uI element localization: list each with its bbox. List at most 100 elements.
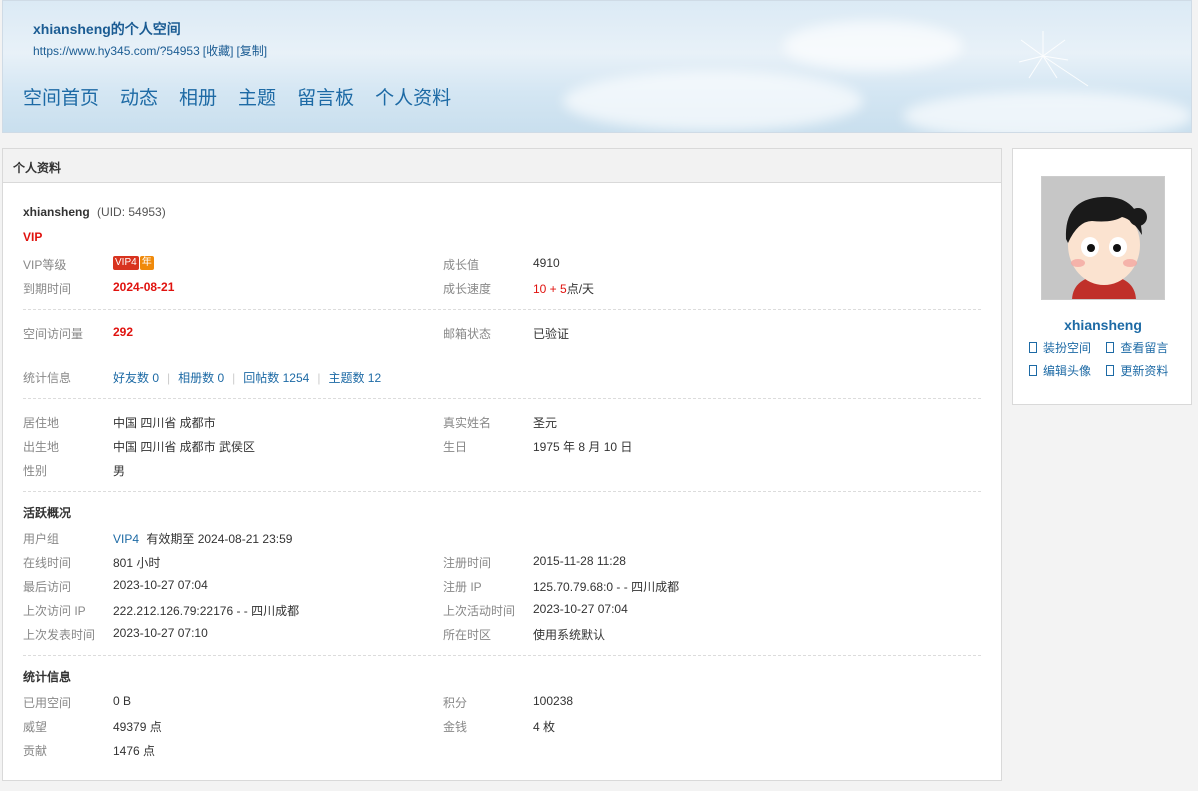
space-nav: 空间首页 动态 相册 主题 留言板 个人资料: [23, 83, 472, 110]
profile-panel: 个人资料 xhiansheng (UID: 54953) VIP VIP等级 V…: [2, 148, 1002, 781]
space-url-line: https://www.hy345.com/?54953 [收藏] [复制]: [33, 42, 270, 59]
growth-value: 4910: [533, 256, 560, 270]
profile-username: xhiansheng: [23, 205, 90, 219]
money-label: 金钱: [443, 720, 468, 734]
header-cloud-decoration: [783, 21, 963, 71]
nav-home[interactable]: 空间首页: [23, 83, 99, 110]
birthplace-label: 出生地: [23, 440, 60, 454]
sidebar-actions: 装扮空间 查看留言 编辑头像 更新资料: [1029, 339, 1189, 385]
avatar-cartoon-icon: [1042, 177, 1164, 299]
birthday-value: 1975 年 8 月 10 日: [533, 440, 633, 454]
space-url[interactable]: https://www.hy345.com/?54953: [33, 44, 200, 58]
divider: [23, 309, 981, 310]
nav-threads[interactable]: 主题: [238, 83, 276, 110]
space-header: xhiansheng的个人空间 https://www.hy345.com/?5…: [2, 0, 1192, 133]
residence-label: 居住地: [23, 416, 60, 430]
contribution-label: 贡献: [23, 744, 48, 758]
profile-sidebar: xhiansheng 装扮空间 查看留言 编辑头像 更新资料: [1012, 148, 1192, 405]
last-post-label: 上次发表时间: [23, 628, 96, 642]
friends-count-link[interactable]: 好友数 0: [113, 371, 159, 385]
threads-count-link[interactable]: 主题数 12: [328, 371, 381, 385]
replies-count-link[interactable]: 回帖数 1254: [243, 371, 309, 385]
growth-label: 成长值: [443, 258, 480, 272]
stat-separator: |: [167, 371, 171, 385]
statistics-heading: 统计信息: [23, 670, 72, 684]
growth-speed-unit: 点/天: [566, 282, 595, 296]
dandelion-icon: [1018, 31, 1089, 87]
stats-links: 好友数 0 | 相册数 0 | 回帖数 1254 | 主题数 12: [113, 369, 381, 386]
stats-label: 统计信息: [23, 371, 72, 385]
panel-title: 个人资料: [3, 149, 1001, 183]
growth-speed-value: 10 + 5点/天: [533, 280, 594, 297]
usergroup-link[interactable]: VIP4: [113, 532, 139, 546]
vip-level-badge: VIP4 年: [113, 254, 154, 270]
realname-label: 真实姓名: [443, 416, 492, 430]
albums-count-link[interactable]: 相册数 0: [178, 371, 224, 385]
last-active-value: 2023-10-27 07:04: [533, 602, 628, 616]
edit-avatar-link[interactable]: 编辑头像: [1029, 362, 1103, 379]
page-icon: [1106, 365, 1115, 376]
realname-value: 圣元: [533, 416, 558, 430]
header-cloud-decoration: [903, 91, 1191, 132]
stat-separator: |: [232, 371, 236, 385]
divider: [23, 398, 981, 399]
space-title[interactable]: xhiansheng的个人空间: [33, 19, 181, 39]
bookmark-link[interactable]: [收藏]: [203, 44, 234, 58]
email-value: 已验证: [533, 327, 570, 341]
timezone-label: 所在时区: [443, 628, 492, 642]
expire-value: 2024-08-21: [113, 280, 175, 294]
sidebar-username[interactable]: xhiansheng: [1013, 317, 1193, 333]
divider: [23, 655, 981, 656]
birthday-label: 生日: [443, 440, 468, 454]
prestige-label: 威望: [23, 720, 48, 734]
decorate-space-link[interactable]: 装扮空间: [1029, 339, 1103, 356]
last-post-value: 2023-10-27 07:10: [113, 626, 208, 640]
profile-uid: (UID: 54953): [97, 205, 166, 219]
used-space-label: 已用空间: [23, 696, 72, 710]
last-visit-value: 2023-10-27 07:04: [113, 578, 208, 592]
timezone-value: 使用系统默认: [533, 628, 606, 642]
used-space-value: 0 B: [113, 694, 132, 708]
usergroup-label: 用户组: [23, 532, 60, 546]
page-icon: [1106, 342, 1115, 353]
reg-ip-label: 注册 IP: [443, 580, 482, 594]
divider: [23, 491, 981, 492]
username-row: xhiansheng (UID: 54953): [23, 205, 166, 219]
reg-time-value: 2015-11-28 11:28: [533, 554, 626, 568]
nav-guestbook[interactable]: 留言板: [297, 83, 354, 110]
email-label: 邮箱状态: [443, 327, 492, 341]
money-value: 4 枚: [533, 720, 556, 734]
stat-separator: |: [317, 371, 321, 385]
nav-album[interactable]: 相册: [179, 83, 217, 110]
prestige-value: 49379 点: [113, 720, 162, 734]
last-ip-value: 222.212.126.79:22176 - - 四川成都: [113, 604, 300, 618]
reg-ip-value: 125.70.79.68:0 - - 四川成都: [533, 580, 680, 594]
last-active-label: 上次活动时间: [443, 604, 516, 618]
view-messages-link[interactable]: 查看留言: [1106, 339, 1180, 356]
growth-speed-label: 成长速度: [443, 282, 492, 296]
contribution-value: 1476 点: [113, 744, 156, 758]
nav-feed[interactable]: 动态: [120, 83, 158, 110]
vip-level-label: VIP等级: [23, 258, 67, 272]
avatar[interactable]: [1041, 176, 1165, 300]
points-value: 100238: [533, 694, 574, 708]
nav-profile[interactable]: 个人资料: [375, 83, 451, 110]
online-time-label: 在线时间: [23, 556, 72, 570]
visits-label: 空间访问量: [23, 327, 84, 341]
activity-heading: 活跃概况: [23, 506, 72, 520]
update-profile-link[interactable]: 更新资料: [1106, 362, 1180, 379]
residence-value: 中国 四川省 成都市: [113, 416, 216, 430]
usergroup-expire: 有效期至 2024-08-21 23:59: [146, 532, 293, 546]
visits-value: 292: [113, 325, 134, 339]
online-time-value: 801 小时: [113, 556, 161, 570]
vip-badge-icon: VIP4 年: [113, 256, 154, 270]
page-icon: [1029, 342, 1037, 353]
last-ip-label: 上次访问 IP: [23, 604, 86, 618]
growth-speed-number: 10 + 5: [533, 282, 567, 296]
page-icon: [1029, 365, 1037, 376]
reg-time-label: 注册时间: [443, 556, 492, 570]
birthplace-value: 中国 四川省 成都市 武侯区: [113, 440, 256, 454]
gender-label: 性别: [23, 464, 48, 478]
gender-value: 男: [113, 464, 126, 478]
copy-link[interactable]: [复制]: [236, 44, 267, 58]
